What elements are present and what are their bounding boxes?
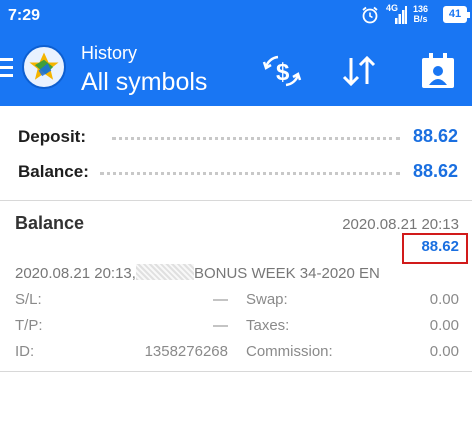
balance-value: 88.62 (412, 161, 458, 181)
commission-label: Commission: (246, 343, 333, 360)
symbol-filter[interactable]: All symbols (81, 68, 207, 97)
id-label: ID: (15, 343, 35, 360)
redacted-text (135, 264, 194, 280)
app-bar: History All symbols $ (0, 34, 472, 106)
menu-icon[interactable] (0, 58, 13, 78)
commission-value: 0.00 (429, 343, 459, 360)
calendar-icon[interactable] (418, 52, 458, 90)
deposit-row: Deposit: 88.62 (0, 119, 472, 153)
balance-label: Balance: (18, 162, 89, 181)
deal-title[interactable]: Balance (15, 213, 84, 234)
app-logo (22, 45, 66, 89)
status-time: 7:29 (8, 7, 41, 24)
id-value: 1358276268 (144, 343, 228, 360)
deposit-value: 88.62 (412, 126, 458, 146)
balance-row: Balance: 88.62 (0, 154, 472, 188)
page-title: History (81, 43, 138, 63)
speed-value: 136 (413, 4, 429, 14)
sl-label: S/L: (15, 291, 42, 308)
sl-value: — (213, 291, 228, 308)
network-speed: 136 B/s (413, 4, 428, 24)
deposit-label: Deposit: (18, 127, 86, 146)
deal-comment: 2020.08.21 20:13, BONUS WEEK 34-2020 EN (15, 264, 380, 282)
tp-value: — (213, 317, 228, 334)
swap-label: Swap: (246, 291, 288, 308)
comment-prefix: 2020.08.21 20:13, (15, 265, 136, 282)
svg-text:$: $ (276, 59, 290, 86)
taxes-label: Taxes: (246, 317, 290, 334)
status-bar: 7:29 4G 136 B/s 41 (0, 0, 472, 34)
exchange-icon[interactable]: $ (262, 52, 302, 90)
signal-icon (395, 6, 407, 24)
taxes-value: 0.00 (429, 317, 459, 334)
swap-value: 0.00 (429, 291, 459, 308)
deal-amount: 88.62 (421, 238, 459, 255)
speed-unit: B/s (413, 14, 428, 24)
divider (0, 200, 472, 201)
comment-suffix: BONUS WEEK 34-2020 EN (193, 265, 380, 282)
battery-icon: 41 (443, 6, 470, 23)
alarm-icon (362, 6, 378, 24)
sort-icon[interactable] (339, 52, 379, 90)
dotted-leader (100, 172, 400, 175)
deal-time: 2020.08.21 20:13 (342, 216, 459, 233)
tp-label: T/P: (15, 317, 43, 334)
dotted-leader (112, 137, 400, 140)
divider (0, 371, 472, 372)
